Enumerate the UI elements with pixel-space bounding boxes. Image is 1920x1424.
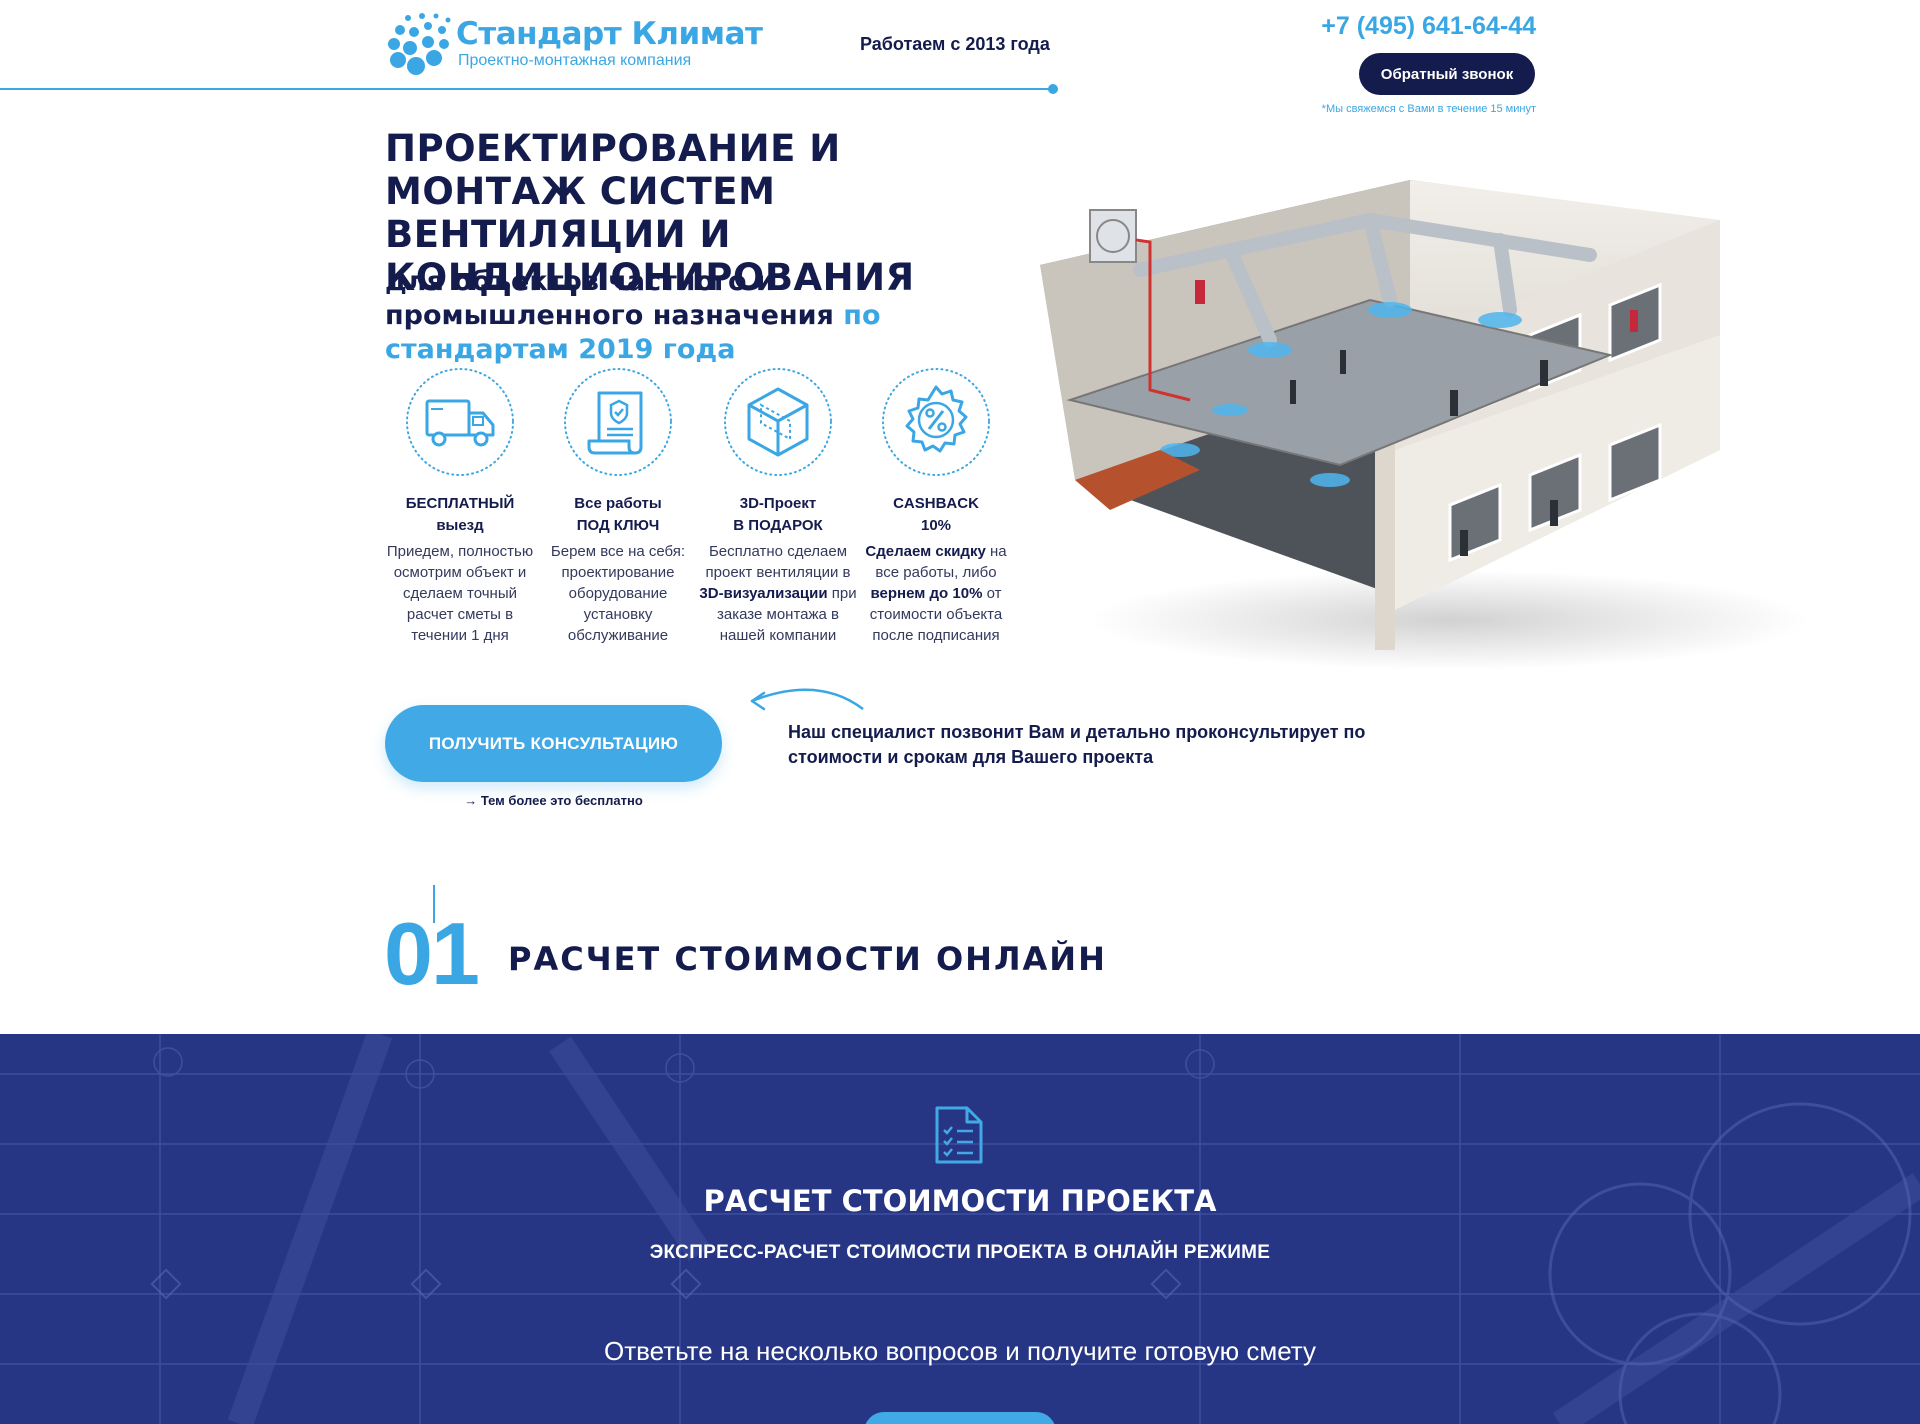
logo-subtitle: Проектно-монтажная компания <box>458 52 692 69</box>
feature-free-visit: БЕСПЛАТНЫЙ выезд Приедем, полностью осмо… <box>380 365 540 646</box>
logo-dots-icon <box>388 13 451 75</box>
percent-badge-icon <box>882 368 990 476</box>
feature-3d-project: 3D-Проект В ПОДАРОК Бесплатно сделаем пр… <box>698 365 858 646</box>
since-text: Работаем с 2013 года <box>860 34 1050 54</box>
section-title: РАСЧЕТ СТОИМОСТИ ОНЛАЙН <box>508 940 1107 978</box>
logo[interactable]: Стандарт Климат Проектно-монтажная компа… <box>384 10 763 76</box>
contract-icon <box>564 368 672 476</box>
site-header: Стандарт Климат Проектно-монтажная компа… <box>0 0 1920 120</box>
callback-button[interactable]: Обратный звонок <box>1359 53 1535 95</box>
feature-title: 3D-Проект В ПОДАРОК <box>733 495 823 534</box>
phone-link[interactable]: +7 (495) 641-64-44 <box>1321 12 1536 41</box>
hero-subtitle: для объектов частного и промышленного на… <box>385 265 1025 367</box>
start-quiz-button[interactable] <box>864 1412 1056 1424</box>
feature-cashback: CASHBACK 10% Сделаем скидку на все работ… <box>856 365 1016 646</box>
feature-text: Берем все на себя: проектирование оборуд… <box>550 543 686 644</box>
feature-title: БЕСПЛАТНЫЙ выезд <box>405 495 515 534</box>
feature-turnkey: Все работы ПОД КЛЮЧ Берем все на себя: п… <box>538 365 698 646</box>
features-list: БЕСПЛАТНЫЙ выезд Приедем, полностью осмо… <box>380 365 1020 655</box>
feature-title: CASHBACK 10% <box>893 495 979 534</box>
feature-text: Сделаем скидку на все работы, либо верне… <box>865 543 1007 644</box>
feature-text: Бесплатно сделаем проект вентиляции в 3D… <box>699 543 857 644</box>
cta-note: → Тем более это бесплатно <box>464 793 643 808</box>
get-consultation-button[interactable]: ПОЛУЧИТЬ КОНСУЛЬТАЦИЮ <box>385 705 722 782</box>
building-illustration <box>1040 180 1810 670</box>
band-text: Ответьте на несколько вопросов и получит… <box>604 1336 1316 1366</box>
calculator-band: РАСЧЕТ СТОИМОСТИ ПРОЕКТА ЭКСПРЕСС-РАСЧЕТ… <box>0 1034 1920 1424</box>
band-title: РАСЧЕТ СТОИМОСТИ ПРОЕКТА <box>703 1184 1217 1218</box>
callback-note: *Мы свяжемся с Вами в течение 15 минут <box>1321 103 1536 115</box>
cube-3d-icon <box>724 368 832 476</box>
band-subtitle: ЭКСПРЕСС-РАСЧЕТ СТОИМОСТИ ПРОЕКТА В ОНЛА… <box>649 1242 1271 1263</box>
checklist-document-icon <box>935 1106 983 1164</box>
feature-title: Все работы ПОД КЛЮЧ <box>574 495 662 534</box>
logo-title: Стандарт Климат <box>456 16 763 52</box>
section-number: 01 <box>384 904 480 1003</box>
header-divider <box>0 88 1054 90</box>
hero-subtitle-main: для объектов частного и промышленного на… <box>385 266 834 331</box>
truck-icon <box>406 368 514 476</box>
feature-text: Приедем, полностью осмотрим объект и сде… <box>386 543 534 644</box>
header-divider-dot <box>1048 84 1058 94</box>
cta-description: Наш специалист позвонит Вам и детально п… <box>788 722 1366 767</box>
